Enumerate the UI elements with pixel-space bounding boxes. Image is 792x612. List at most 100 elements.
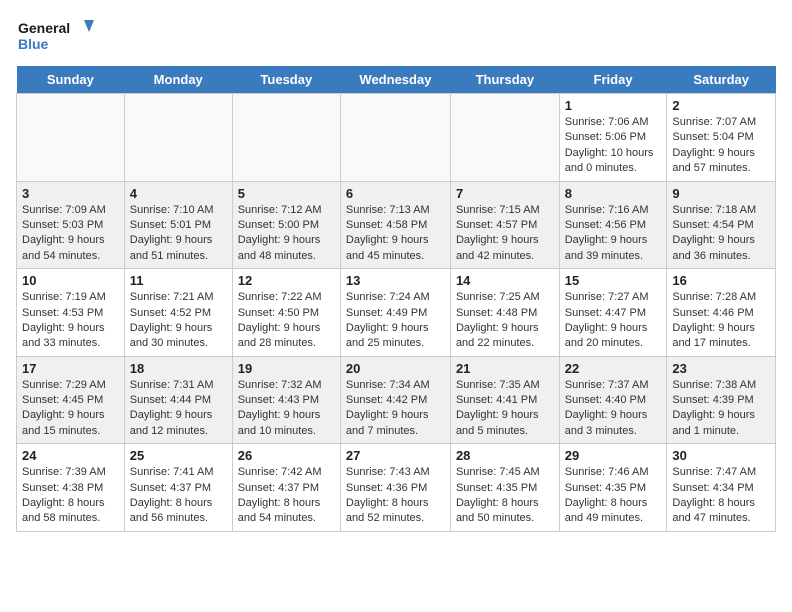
- day-info: Sunrise: 7:32 AM Sunset: 4:43 PM Dayligh…: [238, 378, 335, 440]
- day-info: Sunrise: 7:47 AM Sunset: 4:34 PM Dayligh…: [672, 465, 770, 527]
- day-number: 20: [346, 361, 445, 376]
- calendar-cell: 8 Sunrise: 7:16 AM Sunset: 4:56 PM Daylig…: [559, 181, 667, 269]
- calendar-cell: 13 Sunrise: 7:24 AM Sunset: 4:49 PM Dayli…: [340, 269, 450, 357]
- svg-text:Blue: Blue: [18, 36, 49, 52]
- calendar-cell: 25Sunrise: 7:41 AM Sunset: 4:37 PM Dayli…: [124, 444, 232, 532]
- day-info: Sunrise: 7:45 AM Sunset: 4:35 PM Dayligh…: [456, 465, 554, 527]
- calendar-cell: 2Sunrise: 7:07 AM Sunset: 5:04 PM Daylig…: [667, 94, 776, 182]
- day-number: 3: [22, 186, 119, 201]
- calendar-cell: 15Sunrise: 7:27 AM Sunset: 4:47 PM Dayli…: [559, 269, 667, 357]
- calendar-cell: 11 Sunrise: 7:21 AM Sunset: 4:52 PM Dayli…: [124, 269, 232, 357]
- calendar-week-row: 17 Sunrise: 7:29 AM Sunset: 4:45 PM Dayli…: [17, 356, 776, 444]
- calendar-cell: 23 Sunrise: 7:38 AM Sunset: 4:39 PM Dayli…: [667, 356, 776, 444]
- calendar-cell: 9 Sunrise: 7:18 AM Sunset: 4:54 PM Daylig…: [667, 181, 776, 269]
- calendar-cell: 21 Sunrise: 7:35 AM Sunset: 4:41 PM Dayli…: [450, 356, 559, 444]
- calendar-cell: 20 Sunrise: 7:34 AM Sunset: 4:42 PM Dayli…: [340, 356, 450, 444]
- calendar-cell: [232, 94, 340, 182]
- day-info: Sunrise: 7:21 AM Sunset: 4:52 PM Dayligh…: [130, 290, 227, 352]
- calendar-cell: 28 Sunrise: 7:45 AM Sunset: 4:35 PM Dayli…: [450, 444, 559, 532]
- day-number: 28: [456, 448, 554, 463]
- page-header: General Blue: [16, 16, 776, 56]
- calendar-cell: 3 Sunrise: 7:09 AM Sunset: 5:03 PM Daylig…: [17, 181, 125, 269]
- calendar-cell: 17 Sunrise: 7:29 AM Sunset: 4:45 PM Dayli…: [17, 356, 125, 444]
- day-number: 12: [238, 273, 335, 288]
- calendar-cell: 24 Sunrise: 7:39 AM Sunset: 4:38 PM Dayli…: [17, 444, 125, 532]
- day-number: 14: [456, 273, 554, 288]
- day-info: Sunrise: 7:39 AM Sunset: 4:38 PM Dayligh…: [22, 465, 119, 527]
- calendar-cell: 12Sunrise: 7:22 AM Sunset: 4:50 PM Dayli…: [232, 269, 340, 357]
- day-info: Sunrise: 7:34 AM Sunset: 4:42 PM Dayligh…: [346, 378, 445, 440]
- calendar-day-header: Wednesday: [340, 66, 450, 94]
- day-info: Sunrise: 7:24 AM Sunset: 4:49 PM Dayligh…: [346, 290, 445, 352]
- calendar-cell: 10 Sunrise: 7:19 AM Sunset: 4:53 PM Dayli…: [17, 269, 125, 357]
- day-info: Sunrise: 7:46 AM Sunset: 4:35 PM Dayligh…: [565, 465, 662, 527]
- day-number: 27: [346, 448, 445, 463]
- calendar-day-header: Sunday: [17, 66, 125, 94]
- day-info: Sunrise: 7:28 AM Sunset: 4:46 PM Dayligh…: [672, 290, 770, 352]
- day-info: Sunrise: 7:18 AM Sunset: 4:54 PM Dayligh…: [672, 203, 770, 265]
- day-info: Sunrise: 7:35 AM Sunset: 4:41 PM Dayligh…: [456, 378, 554, 440]
- day-info: Sunrise: 7:15 AM Sunset: 4:57 PM Dayligh…: [456, 203, 554, 265]
- calendar-week-row: 10 Sunrise: 7:19 AM Sunset: 4:53 PM Dayli…: [17, 269, 776, 357]
- calendar-day-header: Thursday: [450, 66, 559, 94]
- day-number: 8: [565, 186, 662, 201]
- day-number: 17: [22, 361, 119, 376]
- calendar-day-header: Monday: [124, 66, 232, 94]
- day-info: Sunrise: 7:12 AM Sunset: 5:00 PM Dayligh…: [238, 203, 335, 265]
- day-info: Sunrise: 7:07 AM Sunset: 5:04 PM Dayligh…: [672, 115, 770, 177]
- day-number: 21: [456, 361, 554, 376]
- calendar-day-header: Tuesday: [232, 66, 340, 94]
- calendar-cell: 29 Sunrise: 7:46 AM Sunset: 4:35 PM Dayli…: [559, 444, 667, 532]
- day-info: Sunrise: 7:43 AM Sunset: 4:36 PM Dayligh…: [346, 465, 445, 527]
- calendar-header-row: SundayMondayTuesdayWednesdayThursdayFrid…: [17, 66, 776, 94]
- calendar-cell: 22 Sunrise: 7:37 AM Sunset: 4:40 PM Dayli…: [559, 356, 667, 444]
- calendar-cell: 27 Sunrise: 7:43 AM Sunset: 4:36 PM Dayli…: [340, 444, 450, 532]
- calendar-cell: 19 Sunrise: 7:32 AM Sunset: 4:43 PM Dayli…: [232, 356, 340, 444]
- day-info: Sunrise: 7:42 AM Sunset: 4:37 PM Dayligh…: [238, 465, 335, 527]
- calendar-cell: 1Sunrise: 7:06 AM Sunset: 5:06 PM Daylig…: [559, 94, 667, 182]
- day-info: Sunrise: 7:27 AM Sunset: 4:47 PM Dayligh…: [565, 290, 662, 352]
- day-number: 23: [672, 361, 770, 376]
- svg-text:General: General: [18, 20, 70, 36]
- day-info: Sunrise: 7:25 AM Sunset: 4:48 PM Dayligh…: [456, 290, 554, 352]
- day-number: 4: [130, 186, 227, 201]
- calendar-cell: 14 Sunrise: 7:25 AM Sunset: 4:48 PM Dayli…: [450, 269, 559, 357]
- day-info: Sunrise: 7:09 AM Sunset: 5:03 PM Dayligh…: [22, 203, 119, 265]
- day-info: Sunrise: 7:38 AM Sunset: 4:39 PM Dayligh…: [672, 378, 770, 440]
- calendar-table: SundayMondayTuesdayWednesdayThursdayFrid…: [16, 66, 776, 532]
- day-number: 7: [456, 186, 554, 201]
- day-info: Sunrise: 7:13 AM Sunset: 4:58 PM Dayligh…: [346, 203, 445, 265]
- day-info: Sunrise: 7:16 AM Sunset: 4:56 PM Dayligh…: [565, 203, 662, 265]
- day-info: Sunrise: 7:19 AM Sunset: 4:53 PM Dayligh…: [22, 290, 119, 352]
- day-info: Sunrise: 7:29 AM Sunset: 4:45 PM Dayligh…: [22, 378, 119, 440]
- calendar-day-header: Friday: [559, 66, 667, 94]
- calendar-cell: 18 Sunrise: 7:31 AM Sunset: 4:44 PM Dayli…: [124, 356, 232, 444]
- day-number: 9: [672, 186, 770, 201]
- calendar-cell: 26Sunrise: 7:42 AM Sunset: 4:37 PM Dayli…: [232, 444, 340, 532]
- day-number: 30: [672, 448, 770, 463]
- calendar-week-row: 24 Sunrise: 7:39 AM Sunset: 4:38 PM Dayli…: [17, 444, 776, 532]
- calendar-cell: 7 Sunrise: 7:15 AM Sunset: 4:57 PM Daylig…: [450, 181, 559, 269]
- day-number: 19: [238, 361, 335, 376]
- calendar-cell: [450, 94, 559, 182]
- logo: General Blue: [16, 16, 96, 56]
- logo-svg: General Blue: [16, 16, 96, 56]
- day-number: 11: [130, 273, 227, 288]
- day-number: 10: [22, 273, 119, 288]
- calendar-cell: 6 Sunrise: 7:13 AM Sunset: 4:58 PM Daylig…: [340, 181, 450, 269]
- calendar-cell: [17, 94, 125, 182]
- day-number: 24: [22, 448, 119, 463]
- day-info: Sunrise: 7:06 AM Sunset: 5:06 PM Dayligh…: [565, 115, 662, 177]
- day-number: 6: [346, 186, 445, 201]
- day-info: Sunrise: 7:41 AM Sunset: 4:37 PM Dayligh…: [130, 465, 227, 527]
- day-number: 18: [130, 361, 227, 376]
- day-info: Sunrise: 7:37 AM Sunset: 4:40 PM Dayligh…: [565, 378, 662, 440]
- day-number: 5: [238, 186, 335, 201]
- calendar-week-row: 3 Sunrise: 7:09 AM Sunset: 5:03 PM Daylig…: [17, 181, 776, 269]
- calendar-week-row: 1Sunrise: 7:06 AM Sunset: 5:06 PM Daylig…: [17, 94, 776, 182]
- day-number: 22: [565, 361, 662, 376]
- day-number: 29: [565, 448, 662, 463]
- calendar-day-header: Saturday: [667, 66, 776, 94]
- day-number: 13: [346, 273, 445, 288]
- day-info: Sunrise: 7:31 AM Sunset: 4:44 PM Dayligh…: [130, 378, 227, 440]
